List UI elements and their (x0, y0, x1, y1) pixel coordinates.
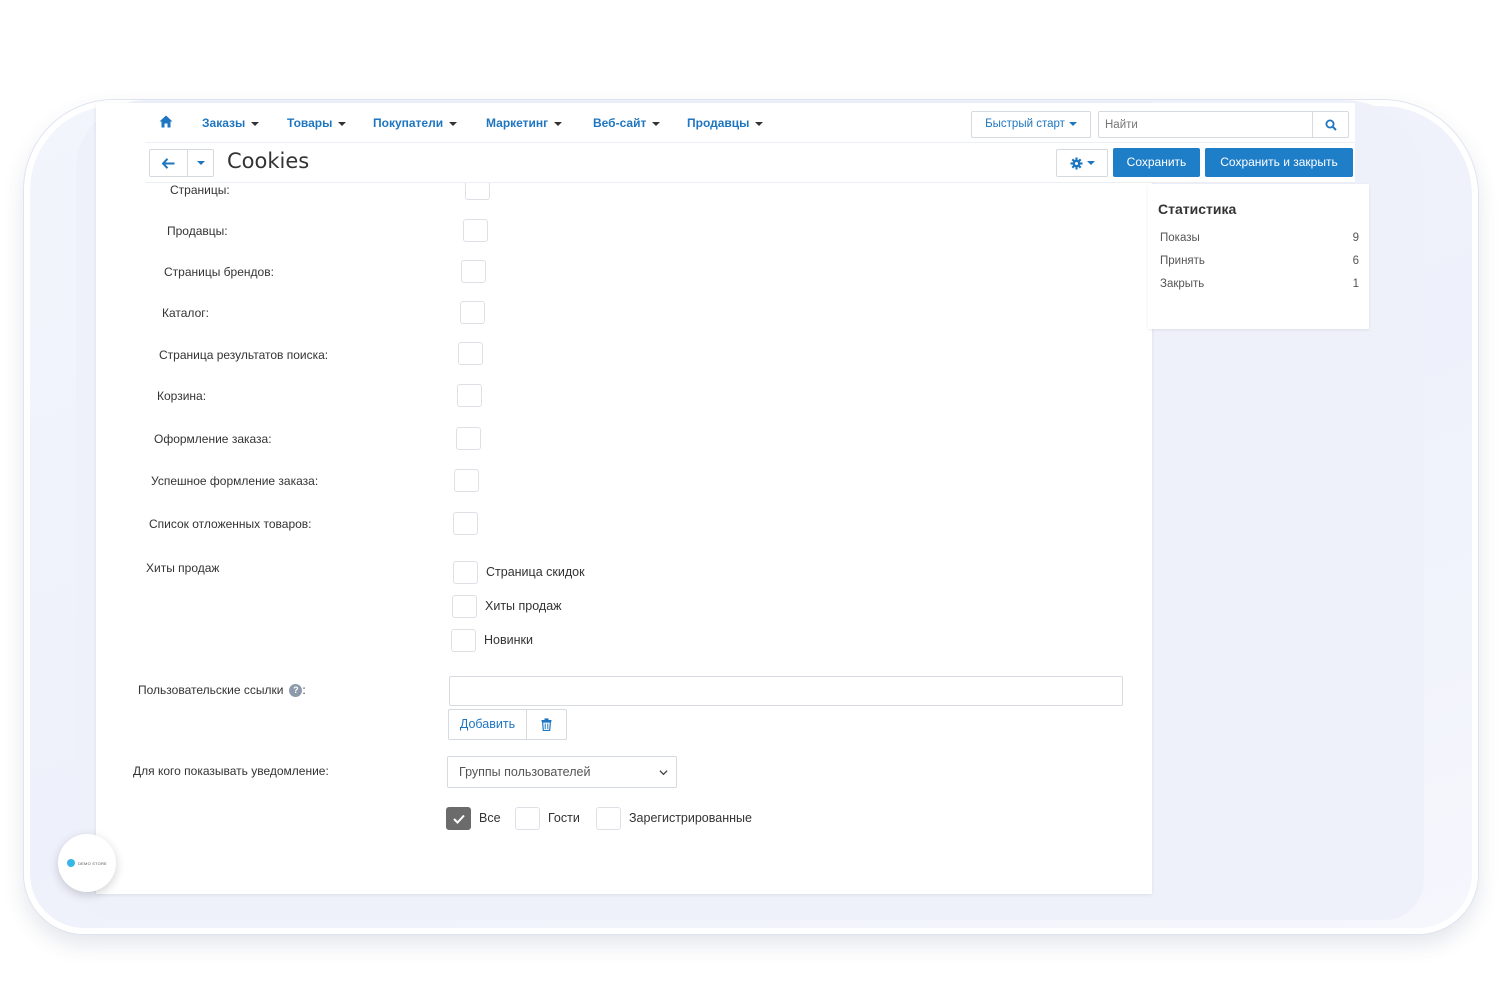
stat-row: Принять 6 (1160, 255, 1359, 267)
caret-down-icon (196, 161, 205, 165)
stat-label: Принять (1160, 255, 1205, 267)
bestsellers-label: Хиты продаж (146, 561, 220, 575)
custom-links-label: Пользовательские ссылки?: (138, 683, 306, 698)
checkbox-registered[interactable] (596, 807, 621, 830)
page-option-checkbox[interactable] (460, 301, 485, 324)
nav-vendors-label: Продавцы (687, 116, 750, 130)
search-box (1098, 111, 1349, 138)
option-bestsellers: Хиты продаж (485, 599, 562, 613)
audience-select[interactable]: Группы пользователей (447, 756, 677, 788)
title-bar: Cookies Сохранить Сохранить и закрыть (145, 143, 1355, 183)
page-option-checkbox[interactable] (454, 469, 479, 492)
option-all: Все (479, 811, 501, 825)
page-option-checkbox[interactable] (461, 260, 486, 283)
checkbox-bestsellers[interactable] (452, 595, 477, 618)
page-option-checkbox[interactable] (457, 384, 482, 407)
caret-down-icon (652, 121, 661, 126)
quick-start-label: Быстрый старт (985, 118, 1065, 130)
checkbox-guests[interactable] (515, 807, 540, 830)
search-input[interactable] (1099, 112, 1313, 137)
audience-select-value: Группы пользователей (459, 765, 591, 779)
stat-row: Показы 9 (1160, 232, 1359, 244)
add-button[interactable]: Добавить (449, 710, 527, 739)
page-option-label: Страницы: (170, 183, 230, 197)
demo-badge[interactable]: DEMO STORE (58, 834, 116, 892)
page-option-label: Корзина: (157, 389, 207, 403)
page-option-label: Страница результатов поиска: (159, 348, 329, 362)
nav-orders[interactable]: Заказы (202, 116, 260, 130)
checkbox-all[interactable] (446, 807, 471, 830)
back-button-group (149, 149, 214, 177)
page-title: Cookies (227, 149, 310, 173)
page-option-label: Каталог: (162, 306, 209, 320)
nav-customers-label: Покупатели (373, 116, 444, 130)
caret-down-icon (251, 121, 260, 126)
arrow-left-icon (162, 157, 175, 169)
page-option-label: Страницы брендов: (164, 265, 274, 279)
help-icon[interactable]: ? (289, 684, 303, 698)
badge-text: DEMO STORE (78, 860, 107, 866)
history-dropdown[interactable] (188, 150, 213, 176)
caret-down-icon (1068, 121, 1077, 126)
custom-links-label-text: Пользовательские ссылки (138, 683, 284, 697)
caret-down-icon (449, 121, 458, 126)
save-button[interactable]: Сохранить (1113, 148, 1200, 177)
option-new-arrivals: Новинки (484, 633, 533, 647)
option-registered: Зарегистрированные (629, 811, 752, 825)
custom-links-suffix: : (302, 683, 306, 697)
page-option-label: Список отложенных товаров: (149, 517, 312, 531)
save-and-close-button[interactable]: Сохранить и закрыть (1205, 148, 1353, 177)
chevron-down-icon (659, 770, 668, 776)
caret-down-icon (554, 121, 563, 126)
nav-customers[interactable]: Покупатели (373, 116, 458, 130)
nav-marketing[interactable]: Маркетинг (486, 116, 563, 130)
checkbox-discount-page[interactable] (453, 561, 478, 584)
quick-start-button[interactable]: Быстрый старт (971, 111, 1091, 138)
settings-button[interactable] (1056, 149, 1108, 177)
trash-icon (541, 718, 552, 731)
statistics-title: Статистика (1158, 201, 1237, 217)
stat-value: 9 (1352, 232, 1359, 244)
stat-value: 6 (1352, 255, 1359, 267)
option-discount-page: Страница скидок (486, 565, 585, 579)
page-option-checkbox[interactable] (456, 427, 481, 450)
back-button[interactable] (150, 150, 188, 176)
search-button[interactable] (1312, 112, 1348, 137)
nav-orders-label: Заказы (202, 116, 246, 130)
audience-label: Для кого показывать уведомление: (133, 764, 329, 778)
stat-value: 1 (1352, 278, 1359, 290)
custom-links-input[interactable] (449, 676, 1123, 706)
option-guests: Гости (548, 811, 580, 825)
custom-links-actions: Добавить (448, 709, 567, 740)
nav-website-label: Веб-сайт (593, 116, 647, 130)
nav-marketing-label: Маркетинг (486, 116, 549, 130)
page-option-label: Успешное формление заказа: (151, 474, 319, 488)
statistics-panel: Статистика Показы 9 Принять 6 Закрыть 1 (1148, 184, 1369, 329)
page-option-checkbox[interactable] (458, 342, 483, 365)
page-option-label: Оформление заказа: (154, 432, 272, 446)
nav-vendors[interactable]: Продавцы (687, 116, 764, 130)
stat-label: Закрыть (1160, 278, 1205, 290)
caret-down-icon (755, 121, 764, 126)
nav-products-label: Товары (287, 116, 333, 130)
logo-dot-icon (67, 859, 76, 867)
nav-website[interactable]: Веб-сайт (593, 116, 661, 130)
top-navigation: Заказы Товары Покупатели Маркетинг Веб-с… (145, 103, 1355, 143)
nav-products[interactable]: Товары (287, 116, 347, 130)
home-icon[interactable] (159, 115, 173, 128)
page-option-checkbox[interactable] (463, 219, 488, 242)
caret-down-icon (1086, 161, 1095, 165)
stat-label: Показы (1160, 232, 1200, 244)
check-icon (452, 814, 465, 824)
page-option-checkbox[interactable] (453, 512, 478, 535)
stat-row: Закрыть 1 (1160, 278, 1359, 290)
delete-button[interactable] (527, 710, 566, 739)
page-option-label: Продавцы: (167, 224, 228, 238)
caret-down-icon (338, 121, 347, 126)
gear-icon (1070, 157, 1082, 169)
checkbox-new-arrivals[interactable] (451, 629, 476, 652)
search-icon (1325, 119, 1337, 131)
